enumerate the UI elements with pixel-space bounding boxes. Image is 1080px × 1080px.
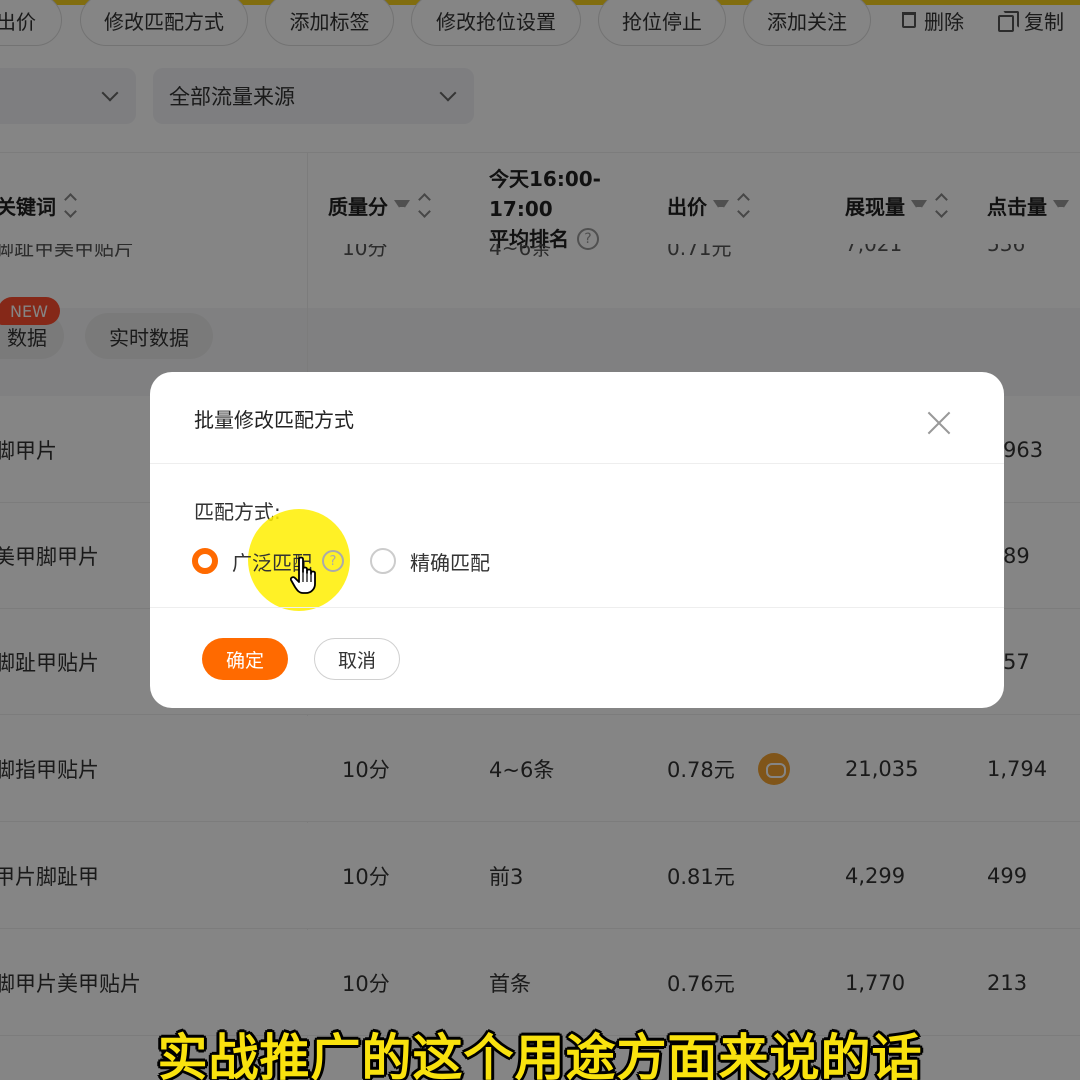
help-icon[interactable]: ?	[322, 550, 344, 572]
exact-match-label: 精确匹配	[410, 550, 490, 575]
dialog-divider	[150, 607, 1004, 608]
confirm-button[interactable]: 确定	[202, 638, 288, 680]
cancel-button[interactable]: 取消	[314, 638, 400, 680]
close-icon[interactable]	[926, 410, 952, 436]
radio-unchecked-icon[interactable]	[370, 548, 396, 574]
video-subtitle: 实战推广的这个用途方面来说的话	[157, 1029, 923, 1080]
hand-cursor-icon	[290, 556, 316, 594]
dialog-divider	[150, 463, 1004, 464]
dialog-title: 批量修改匹配方式	[194, 408, 354, 432]
radio-exact-match[interactable]: 精确匹配	[370, 546, 490, 576]
radio-checked-icon[interactable]	[192, 548, 218, 574]
batch-match-type-dialog: 批量修改匹配方式 匹配方式: 广泛匹配 ? 精确匹配 确定 取消	[150, 372, 1004, 708]
radio-broad-match[interactable]: 广泛匹配 ?	[192, 546, 344, 576]
